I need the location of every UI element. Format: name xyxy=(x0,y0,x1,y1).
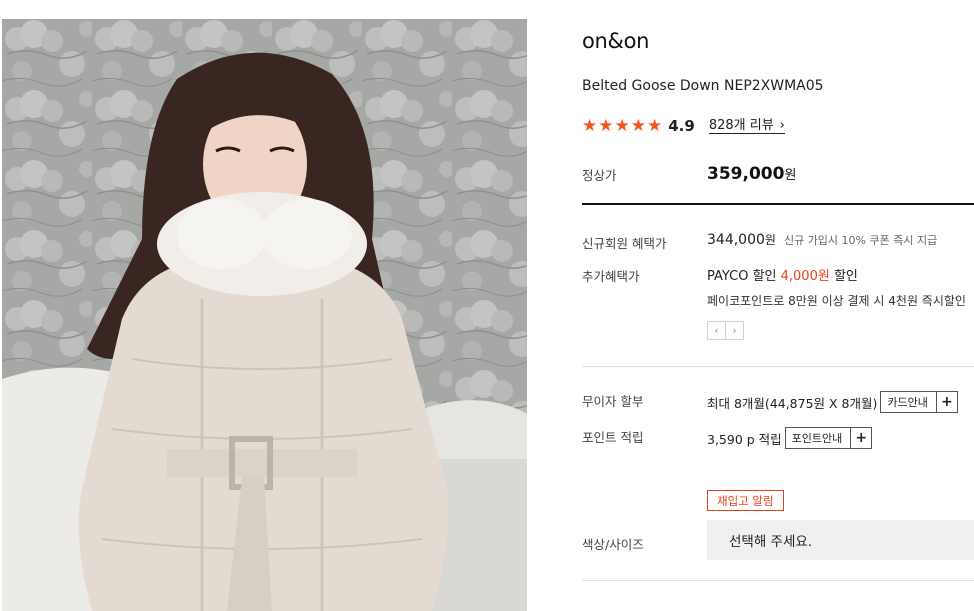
option-select[interactable]: 선택해 주세요. xyxy=(707,520,974,560)
star-icon: ★ xyxy=(582,115,598,136)
chevron-right-icon: › xyxy=(779,118,785,133)
product-image xyxy=(2,19,527,611)
divider xyxy=(582,366,974,367)
reviews-link[interactable]: 828개 리뷰 › xyxy=(708,118,785,134)
reviews-count: 828개 리뷰 xyxy=(708,118,774,133)
extra-benefit-label: 추가혜택가 xyxy=(582,269,640,284)
plus-icon: + xyxy=(850,428,871,448)
member-price-value: 344,000 xyxy=(707,232,765,248)
payco-note: 페이코포인트로 8만원 이상 결제 시 4천원 즉시할인 xyxy=(707,294,966,308)
plus-icon: + xyxy=(935,392,957,412)
restock-alert-button[interactable]: 재입고 알림 xyxy=(707,490,784,511)
extra-benefit: PAYCO 할인 4,000원 할인 xyxy=(707,265,858,284)
installment-label: 무이자 할부 xyxy=(582,394,644,409)
installment-value: 최대 8개월(44,875원 X 8개월) xyxy=(707,395,878,411)
pager-next-button[interactable]: › xyxy=(726,321,744,340)
points-value: 3,590 p 적립 xyxy=(707,431,782,447)
star-icon: ★ xyxy=(630,115,646,136)
divider xyxy=(582,203,974,205)
brand-name[interactable]: on&on xyxy=(582,29,650,53)
benefit-pager: ‹ › xyxy=(707,321,744,340)
points-label: 포인트 적립 xyxy=(582,430,644,445)
card-info-label: 카드안내 xyxy=(887,396,928,409)
member-benefit-note: 신규 가입시 10% 쿠폰 즉시 지급 xyxy=(783,234,938,247)
star-icon: ★ xyxy=(598,115,614,136)
regular-price-value: 359,000 xyxy=(707,164,785,184)
point-info-button[interactable]: 포인트안내 + xyxy=(784,427,873,449)
currency-unit: 원 xyxy=(764,233,776,247)
card-info-button[interactable]: 카드안내 + xyxy=(880,391,958,413)
extra-benefit-prefix: PAYCO 할인 xyxy=(707,269,777,284)
option-label: 색상/사이즈 xyxy=(582,537,644,552)
rating-row: ★ ★ ★ ★ ★ 4.9 828개 리뷰 › xyxy=(582,116,785,136)
extra-benefit-suffix: 할인 xyxy=(833,269,858,284)
installment-info: 최대 8개월(44,875원 X 8개월) 카드안내 + xyxy=(707,391,958,413)
member-price: 344,000원 신규 가입시 10% 쿠폰 즉시 지급 xyxy=(707,231,937,248)
member-price-label: 신규회원 혜택가 xyxy=(582,236,667,251)
currency-unit: 원 xyxy=(784,168,797,183)
extra-benefit-amount: 4,000원 xyxy=(780,269,830,284)
point-info-label: 포인트안내 xyxy=(791,432,843,445)
pager-prev-button[interactable]: ‹ xyxy=(707,321,726,340)
regular-price: 359,000원 xyxy=(707,164,796,184)
model-photo-illustration xyxy=(2,19,527,611)
product-info-panel: on&on Belted Goose Down NEP2XWMA05 ★ ★ ★… xyxy=(582,0,974,611)
star-icon: ★ xyxy=(647,115,663,136)
rating-score: 4.9 xyxy=(668,117,695,135)
regular-price-label: 정상가 xyxy=(582,168,617,183)
rating-stars: ★ ★ ★ ★ ★ xyxy=(582,115,663,136)
divider xyxy=(582,580,974,581)
star-icon: ★ xyxy=(614,115,630,136)
points-info: 3,590 p 적립 포인트안내 + xyxy=(707,427,873,449)
product-title: Belted Goose Down NEP2XWMA05 xyxy=(582,78,824,94)
